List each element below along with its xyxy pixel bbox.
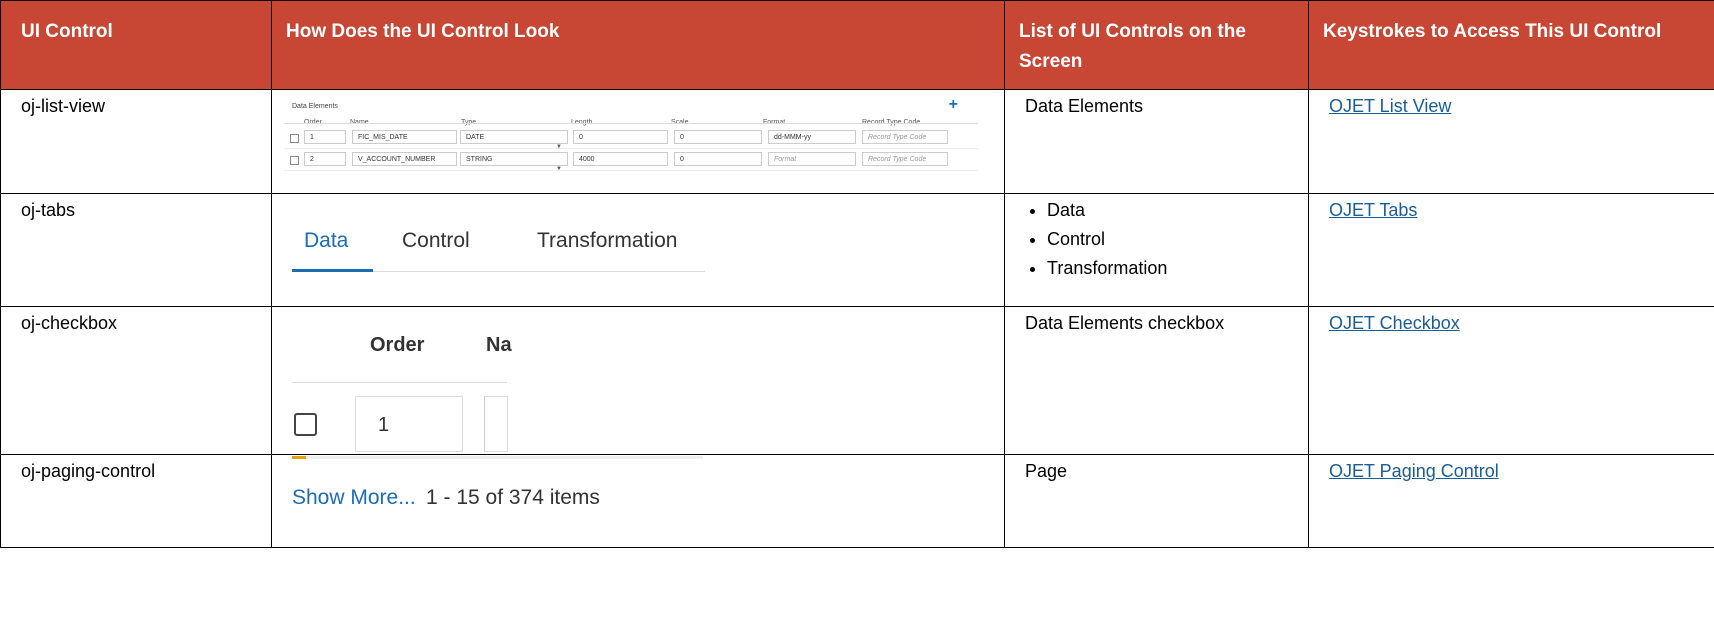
control-name: oj-tabs (0, 193, 272, 307)
tab-control[interactable]: Control (402, 226, 470, 255)
length-field[interactable]: 4000 (573, 152, 668, 166)
order-field[interactable]: 2 (304, 152, 346, 166)
table-row: oj-tabs Data Control Transformation Data… (0, 193, 1714, 307)
name-field[interactable]: V_ACCOUNT_NUMBER (352, 152, 457, 166)
list-view-sample: Data Elements + Order Name Type Length S… (271, 89, 1005, 194)
keystroke-cell: OJET List View (1308, 89, 1714, 194)
list-item: Data (1047, 196, 1296, 225)
format-field[interactable]: dd-MMM-yy (768, 130, 856, 144)
type-select[interactable]: DATE (460, 130, 568, 144)
item-count: 1 - 15 of 374 items (426, 486, 600, 509)
ojet-checkbox-link[interactable]: OJET Checkbox (1329, 313, 1460, 333)
table-row: oj-paging-control Show More... 1 - 15 of… (0, 454, 1714, 548)
controls-on-screen: Data Control Transformation (1004, 193, 1309, 307)
tabs-sample: Data Control Transformation (271, 193, 1005, 307)
keystroke-cell: OJET Tabs (1308, 193, 1714, 307)
ojet-list-view-link[interactable]: OJET List View (1329, 96, 1451, 116)
show-more-link[interactable]: Show More... (292, 483, 416, 512)
list-item: Transformation (1047, 254, 1296, 283)
col-header-ui-control: UI Control (0, 0, 272, 90)
format-field[interactable]: Format (768, 152, 856, 166)
col-header-list: List of UI Controls on the Screen (1004, 0, 1309, 90)
table-row: oj-checkbox Order Na 1 Data Elements che… (0, 306, 1714, 455)
scrollbar-accent (292, 456, 306, 459)
row-checkbox[interactable] (290, 134, 299, 143)
chevron-down-icon: ▼ (556, 166, 562, 172)
plus-icon: + (948, 96, 958, 113)
control-name: oj-paging-control (0, 454, 272, 548)
tab-data[interactable]: Data (304, 226, 348, 255)
col-header-look: How Does the UI Control Look (271, 0, 1005, 90)
checkbox-sample: Order Na 1 (271, 306, 1005, 455)
row-checkbox[interactable] (294, 413, 317, 436)
ui-controls-table: UI Control How Does the UI Control Look … (0, 0, 1714, 548)
row-checkbox[interactable] (290, 156, 299, 165)
scale-field[interactable]: 0 (674, 130, 762, 144)
header-divider (292, 382, 507, 383)
scale-field[interactable]: 0 (674, 152, 762, 166)
controls-on-screen: Data Elements checkbox (1004, 306, 1309, 455)
paging-sample: Show More... 1 - 15 of 374 items (271, 454, 1005, 548)
order-field[interactable]: 1 (355, 396, 463, 452)
keystroke-cell: OJET Checkbox (1308, 306, 1714, 455)
header-order: Order (370, 334, 425, 356)
controls-on-screen: Data Elements (1004, 89, 1309, 194)
ojet-paging-control-link[interactable]: OJET Paging Control (1329, 461, 1499, 481)
keystroke-cell: OJET Paging Control (1308, 454, 1714, 548)
controls-on-screen: Page (1004, 454, 1309, 548)
header-divider (284, 123, 978, 124)
order-field[interactable]: 1 (304, 130, 346, 144)
table-row: oj-list-view Data Elements + Order Name … (0, 89, 1714, 194)
header-row: UI Control How Does the UI Control Look … (0, 0, 1714, 90)
length-field[interactable]: 0 (573, 130, 668, 144)
col-header-keystrokes: Keystrokes to Access This UI Control (1308, 0, 1714, 90)
list-item: Control (1047, 225, 1296, 254)
record-type-code-field[interactable]: Record Type Code (862, 152, 948, 166)
list-item[interactable]: 2 V_ACCOUNT_NUMBER STRING ▼ 4000 0 Forma… (284, 150, 978, 172)
tab-transformation[interactable]: Transformation (537, 226, 677, 255)
control-name: oj-list-view (0, 89, 272, 194)
scrollbar (292, 456, 703, 459)
active-tab-indicator (292, 269, 373, 272)
list-item[interactable]: 1 FIC_MIS_DATE DATE ▼ 0 0 dd-MMM-yy Reco… (284, 128, 978, 150)
name-field[interactable]: FIC_MIS_DATE (352, 130, 457, 144)
type-select[interactable]: STRING (460, 152, 568, 166)
ojet-tabs-link[interactable]: OJET Tabs (1329, 200, 1417, 220)
record-type-code-field[interactable]: Record Type Code (862, 130, 948, 144)
header-name: Na (486, 334, 512, 356)
name-field[interactable] (484, 396, 508, 452)
controls-list: Data Control Transformation (1025, 196, 1296, 283)
control-name: oj-checkbox (0, 306, 272, 455)
